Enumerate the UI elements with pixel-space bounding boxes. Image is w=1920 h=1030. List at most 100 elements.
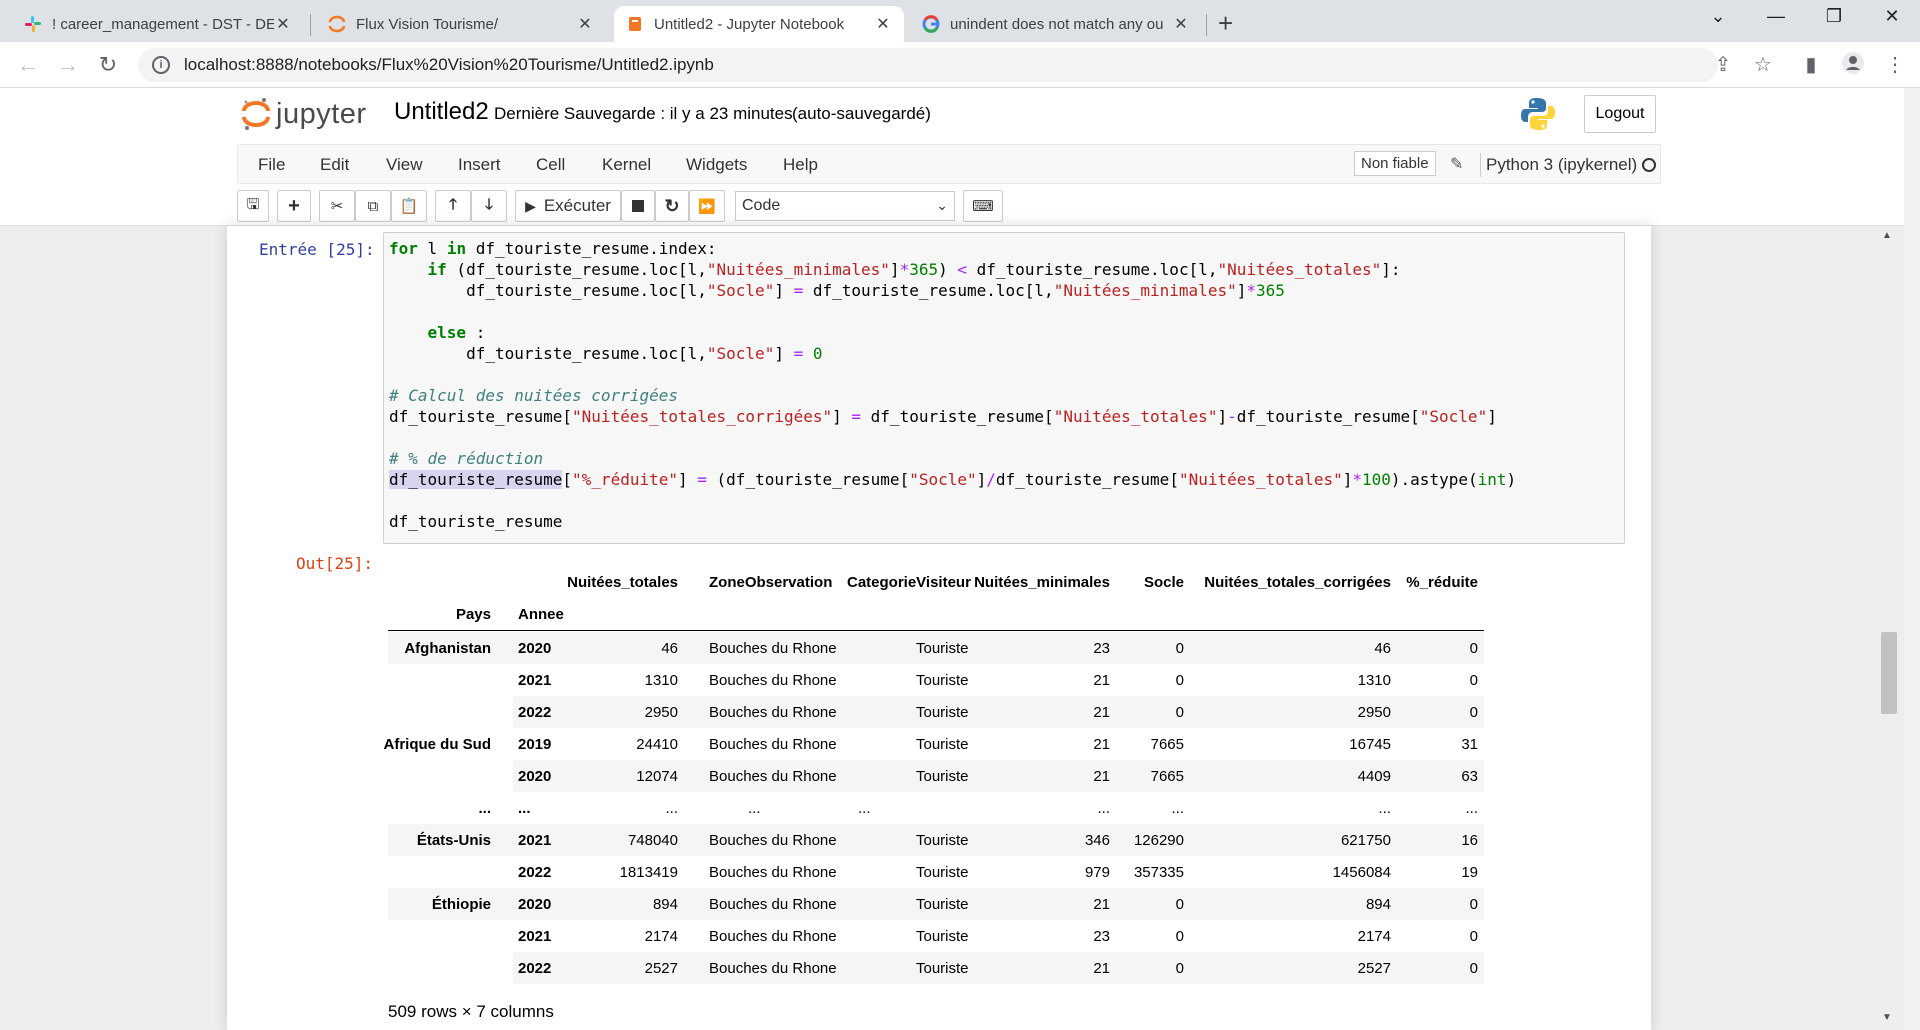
browser-tab-google[interactable]: unindent does not match any ou ✕	[910, 6, 1202, 42]
restart-kernel-button[interactable]: ↻	[655, 190, 689, 222]
index-annee: 2019	[518, 736, 552, 753]
side-panel-icon[interactable]: ▮	[1796, 52, 1826, 77]
jupyter-icon	[328, 15, 346, 33]
input-prompt: Entrée [25]:	[259, 240, 375, 259]
menu-file[interactable]: File	[258, 155, 285, 175]
menu-edit[interactable]: Edit	[320, 155, 349, 175]
menu-view[interactable]: View	[386, 155, 423, 175]
index-annee: ...	[518, 800, 531, 817]
table-cell: 979	[1084, 864, 1110, 881]
output-prompt: Out[25]:	[296, 554, 374, 573]
table-cell: 21	[1093, 960, 1110, 977]
close-icon[interactable]: ✕	[274, 14, 292, 34]
close-icon[interactable]: ✕	[1172, 14, 1190, 34]
table-cell: 346	[1084, 832, 1110, 849]
table-cell: Bouches du Rhone	[709, 896, 837, 913]
table-row: 2021 2174 Bouches du Rhone Touriste 23 0 2174 0	[388, 920, 1484, 952]
table-cell: Bouches du Rhone	[709, 864, 837, 881]
close-icon[interactable]: ✕	[576, 14, 594, 34]
table-cell: 0	[1175, 960, 1184, 977]
browser-tab-flux-vision[interactable]: Flux Vision Tourisme/ ✕	[316, 6, 606, 42]
new-tab-button[interactable]: +	[1218, 8, 1233, 39]
tab-title: unindent does not match any ou	[950, 15, 1164, 33]
run-button[interactable]: ▶ Exécuter	[515, 190, 621, 222]
play-icon: ▶	[525, 197, 536, 214]
jupyter-logo[interactable]: jupyter	[242, 96, 367, 132]
table-cell: 19	[1461, 864, 1478, 881]
table-cell: 23	[1093, 640, 1110, 657]
table-cell: ...	[858, 800, 871, 817]
restart-icon: ↻	[664, 195, 680, 216]
page-scrollbar[interactable]	[1904, 88, 1920, 1030]
minimize-icon[interactable]: —	[1756, 6, 1796, 27]
url-field[interactable]: i localhost:8888/notebooks/Flux%20Vision…	[138, 48, 1718, 82]
reload-icon[interactable]: ↻	[94, 52, 122, 78]
table-cell: 126290	[1133, 832, 1184, 849]
site-info-icon[interactable]: i	[152, 56, 170, 74]
logout-button[interactable]: Logout	[1584, 95, 1656, 133]
copy-icon: ⧉	[367, 197, 379, 215]
restart-run-all-button[interactable]: ⏩	[689, 190, 725, 222]
table-cell: 23	[1093, 928, 1110, 945]
cell-type-value: Code	[742, 197, 781, 214]
back-icon[interactable]: ←	[14, 52, 42, 78]
table-cell: 0	[1469, 928, 1478, 945]
tab-search-icon[interactable]: ⌄	[1698, 6, 1738, 27]
close-icon[interactable]: ✕	[874, 14, 892, 34]
index-annee: 2022	[518, 960, 552, 977]
table-row: 2021 1310 Bouches du Rhone Touriste 21 0 1310 0	[388, 664, 1484, 696]
bookmark-star-icon[interactable]: ☆	[1748, 52, 1778, 77]
keyboard-icon: ⌨	[972, 198, 994, 215]
cell-type-select[interactable]: Code ⌄	[735, 191, 955, 221]
window-close-icon[interactable]: ✕	[1872, 6, 1912, 27]
browser-tab-untitled2[interactable]: Untitled2 - Jupyter Notebook ✕	[614, 6, 904, 42]
scissors-icon: ✂	[330, 198, 344, 215]
index-pays: ...	[478, 800, 491, 817]
move-up-button[interactable]: 🡑	[435, 190, 471, 222]
table-cell: Bouches du Rhone	[709, 768, 837, 785]
browser-tab-slack[interactable]: ! career_management - DST - DE ✕	[12, 6, 304, 42]
table-cell: 0	[1175, 672, 1184, 689]
index-annee: 2020	[518, 768, 552, 785]
index-name: Annee	[518, 606, 564, 623]
index-annee: 2021	[518, 928, 552, 945]
restore-icon[interactable]: ❐	[1814, 6, 1854, 27]
menu-insert[interactable]: Insert	[458, 155, 501, 175]
insert-cell-button[interactable]: +	[277, 190, 311, 222]
table-cell: 0	[1469, 960, 1478, 977]
menu-widgets[interactable]: Widgets	[686, 155, 747, 175]
scroll-down-icon[interactable]: ▼	[1882, 1012, 1892, 1023]
move-down-button[interactable]: 🡓	[471, 190, 507, 222]
kernel-name[interactable]: Python 3 (ipykernel)	[1486, 155, 1637, 175]
trust-status-button[interactable]: Non fiable	[1354, 151, 1436, 176]
copy-button[interactable]: ⧉	[355, 190, 391, 222]
table-cell: ...	[1171, 800, 1184, 817]
paste-button[interactable]: 📋	[391, 190, 427, 222]
browser-menu-icon[interactable]: ⋮	[1880, 52, 1910, 77]
command-palette-button[interactable]: ⌨	[963, 190, 1003, 222]
interrupt-button[interactable]	[621, 190, 655, 222]
url-text: localhost:8888/notebooks/Flux%20Vision%2…	[184, 55, 714, 74]
scrollbar-thumb[interactable]	[1881, 632, 1897, 714]
forward-icon[interactable]: →	[54, 52, 82, 78]
notebook-title[interactable]: Untitled2	[394, 98, 489, 126]
share-icon[interactable]: ⇪	[1708, 52, 1738, 77]
code-line: for l in df_touriste_resume.index:	[389, 239, 717, 258]
cut-button[interactable]: ✂	[319, 190, 355, 222]
save-button[interactable]: 🖫	[237, 190, 269, 222]
scroll-up-icon[interactable]: ▲	[1882, 230, 1892, 241]
menu-kernel[interactable]: Kernel	[602, 155, 651, 175]
dataframe-header-divider	[388, 630, 1484, 631]
code-line: df_touriste_resume["%_réduite"] = (df_to…	[389, 470, 1517, 489]
profile-avatar-icon[interactable]	[1838, 52, 1868, 80]
menu-cell[interactable]: Cell	[536, 155, 565, 175]
table-cell: 2950	[1357, 704, 1391, 721]
code-cell-editor[interactable]: for l in df_touriste_resume.index: if (d…	[383, 232, 1625, 544]
table-cell: 357335	[1133, 864, 1184, 881]
save-status: Dernière Sauvegarde : il y a 23 minutes	[494, 104, 793, 123]
slack-icon	[24, 15, 42, 33]
jupyter-header: jupyter Untitled2 Dernière Sauvegarde : …	[0, 88, 1904, 144]
table-cell: 0	[1175, 896, 1184, 913]
table-cell: 21	[1093, 704, 1110, 721]
menu-help[interactable]: Help	[783, 155, 818, 175]
